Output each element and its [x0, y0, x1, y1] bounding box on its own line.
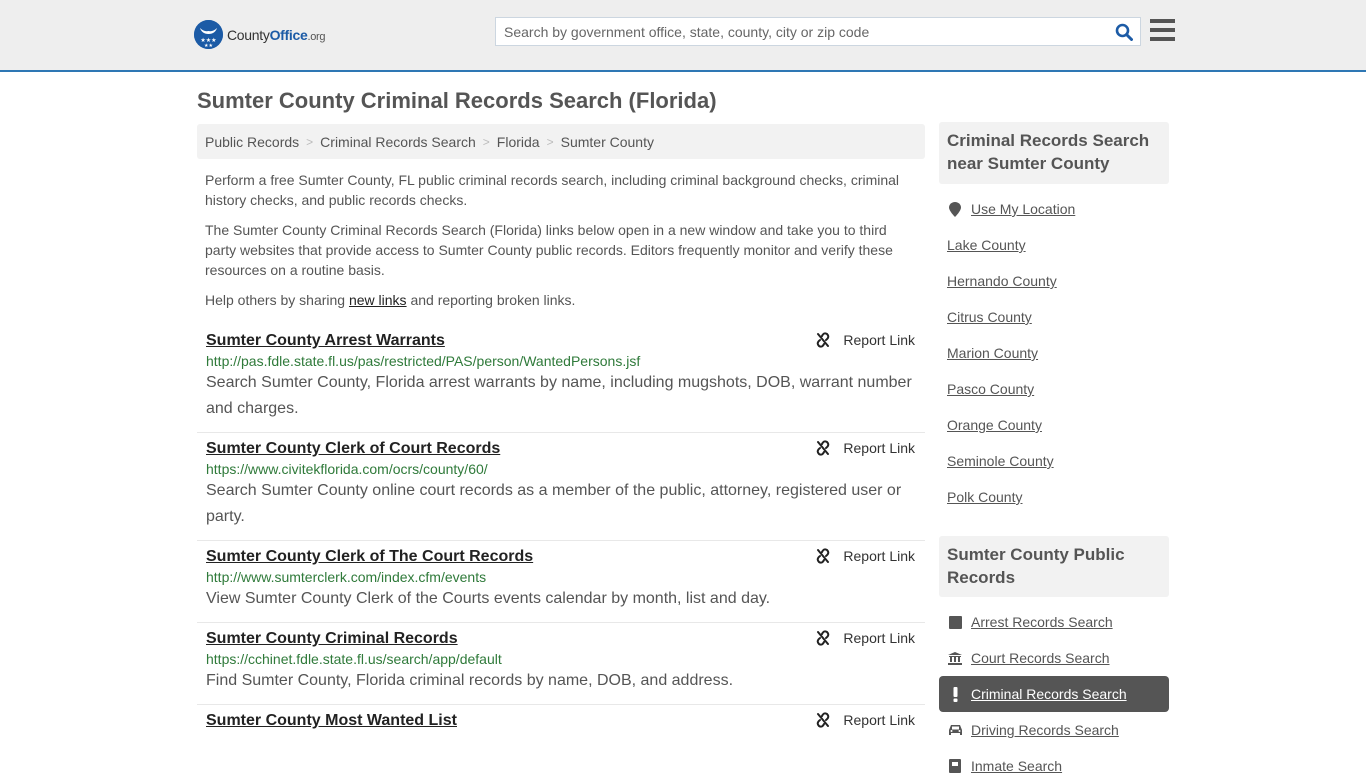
sidebar-link[interactable]: Driving Records Search	[971, 722, 1119, 738]
menu-bar	[1150, 28, 1175, 32]
nearby-county-item[interactable]: Hernando County	[939, 263, 1169, 299]
result-item: Sumter County Clerk of Court Records Rep…	[197, 433, 925, 541]
result-url: http://pas.fdle.state.fl.us/pas/restrict…	[206, 353, 641, 369]
broken-link-icon	[817, 440, 830, 456]
result-url: http://www.sumterclerk.com/index.cfm/eve…	[206, 569, 487, 585]
broken-link-icon	[817, 332, 830, 348]
hamburger-menu-button[interactable]	[1150, 19, 1175, 41]
nearby-county-item[interactable]: Pasco County	[939, 371, 1169, 407]
nearby-county-link[interactable]: Pasco County	[947, 381, 1034, 397]
eagle-logo-icon: ★★★ ★★	[194, 20, 223, 49]
inmate-icon	[947, 759, 963, 773]
menu-bar	[1150, 19, 1175, 23]
broken-link-icon	[817, 712, 830, 728]
result-title-link[interactable]: Sumter County Criminal Records	[206, 630, 458, 648]
svg-text:★★: ★★	[204, 43, 213, 49]
result-title-link[interactable]: Sumter County Clerk of Court Records	[206, 440, 500, 458]
result-description: Search Sumter County, Florida arrest war…	[206, 374, 912, 417]
breadcrumb-separator: >	[546, 134, 554, 149]
result-description: View Sumter County Clerk of the Courts e…	[206, 590, 771, 607]
courthouse-icon	[947, 651, 963, 665]
nearby-county-item[interactable]: Lake County	[939, 227, 1169, 263]
sidebar-nearby-heading: Criminal Records Search near Sumter Coun…	[939, 122, 1169, 184]
nearby-county-link[interactable]: Lake County	[947, 237, 1026, 253]
search-input[interactable]	[496, 18, 1108, 45]
exclamation-icon	[947, 686, 963, 702]
use-my-location-link[interactable]: Use My Location	[971, 201, 1075, 217]
intro-paragraph: Perform a free Sumter County, FL public …	[205, 172, 900, 208]
breadcrumb-separator: >	[482, 134, 490, 149]
menu-bar	[1150, 37, 1175, 41]
sidebar-item-arrest-records[interactable]: Arrest Records Search	[939, 604, 1169, 640]
sidebar-link[interactable]: Arrest Records Search	[971, 614, 1113, 630]
site-logo[interactable]: ★★★ ★★ CountyOffice.org	[194, 20, 326, 49]
nearby-county-item[interactable]: Orange County	[939, 407, 1169, 443]
report-link-button[interactable]: Report Link	[815, 712, 915, 728]
sidebar-public-records: Sumter County Public Records Arrest Reco…	[939, 536, 1169, 784]
report-link-button[interactable]: Report Link	[815, 440, 915, 456]
intro-paragraph: The Sumter County Criminal Records Searc…	[205, 222, 893, 278]
nearby-county-link[interactable]: Orange County	[947, 417, 1042, 433]
result-item: Sumter County Criminal Records Report Li…	[197, 623, 925, 705]
result-description: Search Sumter County online court record…	[206, 482, 902, 525]
result-title-link[interactable]: Sumter County Most Wanted List	[206, 712, 457, 730]
sidebar-public-heading: Sumter County Public Records	[939, 536, 1169, 597]
intro-paragraph: Help others by sharing new links and rep…	[205, 292, 576, 308]
broken-link-icon	[817, 548, 830, 564]
site-header: ★★★ ★★ CountyOffice.org	[0, 0, 1366, 72]
sidebar-item-court-records[interactable]: Court Records Search	[939, 640, 1169, 676]
page-title: Sumter County Criminal Records Search (F…	[197, 88, 717, 113]
search-box	[495, 17, 1141, 46]
search-icon	[1115, 23, 1133, 41]
sidebar-link[interactable]: Inmate Search	[971, 758, 1062, 774]
nearby-county-link[interactable]: Polk County	[947, 489, 1022, 505]
report-link-button[interactable]: Report Link	[815, 548, 915, 564]
car-icon	[947, 724, 963, 736]
result-url: https://www.civitekflorida.com/ocrs/coun…	[206, 461, 488, 477]
report-link-button[interactable]: Report Link	[815, 332, 915, 348]
sidebar-nearby: Criminal Records Search near Sumter Coun…	[939, 122, 1169, 515]
logo-text: CountyOffice.org	[227, 26, 326, 43]
new-links-link[interactable]: new links	[349, 292, 407, 308]
result-item: Sumter County Most Wanted List Report Li…	[197, 705, 925, 740]
sidebar-link[interactable]: Court Records Search	[971, 650, 1110, 666]
public-records-list: Arrest Records Search Court Records Sear…	[939, 597, 1169, 784]
nearby-county-item[interactable]: Seminole County	[939, 443, 1169, 479]
sidebar-link[interactable]: Criminal Records Search	[971, 686, 1127, 702]
nearby-county-link[interactable]: Seminole County	[947, 453, 1054, 469]
result-url: https://cchinet.fdle.state.fl.us/search/…	[206, 651, 502, 667]
result-item: Sumter County Arrest Warrants Report Lin…	[197, 325, 925, 433]
nearby-county-link[interactable]: Marion County	[947, 345, 1038, 361]
result-title-link[interactable]: Sumter County Clerk of The Court Records	[206, 548, 533, 566]
breadcrumb-criminal-records-search[interactable]: Criminal Records Search	[320, 134, 476, 150]
result-description: Find Sumter County, Florida criminal rec…	[206, 672, 734, 689]
results-list: Sumter County Arrest Warrants Report Lin…	[197, 325, 925, 740]
breadcrumb: Public Records > Criminal Records Search…	[197, 124, 925, 159]
breadcrumb-separator: >	[306, 134, 314, 149]
sidebar-item-criminal-records[interactable]: Criminal Records Search	[939, 676, 1169, 712]
nearby-county-item[interactable]: Marion County	[939, 335, 1169, 371]
nearby-county-link[interactable]: Citrus County	[947, 309, 1032, 325]
sidebar-item-driving-records[interactable]: Driving Records Search	[939, 712, 1169, 748]
nearby-county-item[interactable]: Polk County	[939, 479, 1169, 515]
breadcrumb-sumter-county[interactable]: Sumter County	[561, 134, 654, 150]
broken-link-icon	[817, 630, 830, 646]
map-pin-icon	[947, 201, 963, 217]
result-item: Sumter County Clerk of The Court Records…	[197, 541, 925, 623]
breadcrumb-florida[interactable]: Florida	[497, 134, 540, 150]
report-link-button[interactable]: Report Link	[815, 630, 915, 646]
sidebar-item-inmate-search[interactable]: Inmate Search	[939, 748, 1169, 784]
use-my-location-item[interactable]: Use My Location	[939, 191, 1169, 227]
intro-text: Perform a free Sumter County, FL public …	[205, 170, 917, 320]
nearby-list: Use My Location Lake County Hernando Cou…	[939, 184, 1169, 515]
search-button[interactable]	[1108, 18, 1140, 45]
square-icon	[947, 615, 963, 629]
nearby-county-item[interactable]: Citrus County	[939, 299, 1169, 335]
nearby-county-link[interactable]: Hernando County	[947, 273, 1057, 289]
breadcrumb-public-records[interactable]: Public Records	[205, 134, 299, 150]
result-title-link[interactable]: Sumter County Arrest Warrants	[206, 332, 445, 350]
